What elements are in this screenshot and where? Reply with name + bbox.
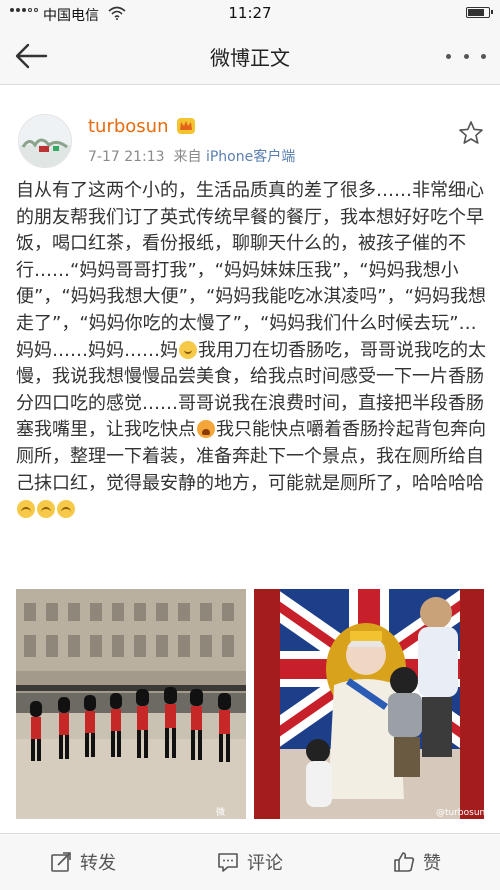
like-button[interactable]: 赞: [334, 834, 500, 890]
page-title: 微博正文: [210, 46, 290, 70]
post-source-prefix: 来自: [173, 149, 202, 165]
comment-button[interactable]: 评论: [167, 834, 333, 890]
repost-button[interactable]: 转发: [0, 834, 166, 890]
post-text: 自从有了这两个小的，生活品质真的差了很多……非常细心的朋友帮我们订了英式传统早餐…: [16, 178, 486, 524]
author-name[interactable]: turbosun: [88, 116, 169, 137]
navigation-bar: 微博正文: [0, 28, 500, 85]
status-bar: 中国电信 11:27: [0, 0, 500, 28]
crying-emoji-icon: [197, 420, 215, 439]
sweat-smile-emoji-icon: [179, 340, 197, 359]
action-bar: 转发 评论 赞: [0, 833, 500, 890]
vip-crown-icon: [177, 118, 195, 134]
thinking-emoji-icon: [37, 500, 55, 519]
svg-text:微: 微: [216, 806, 225, 818]
avatar[interactable]: [18, 114, 72, 168]
post-photo-guards[interactable]: 微: [16, 589, 246, 819]
more-dots-icon[interactable]: [446, 46, 486, 66]
post-photo-queen-display[interactable]: @turbosun: [254, 589, 484, 819]
repost-label: 转发: [80, 853, 116, 874]
photo-watermark: @turbosun: [436, 808, 484, 818]
post-text-part-1: 自从有了这两个小的，生活品质真的差了很多……非常细心的朋友帮我们订了英式传统早餐…: [16, 180, 486, 361]
clock: 11:27: [228, 4, 272, 22]
thinking-emoji-icon: [17, 500, 35, 519]
repost-icon: [51, 852, 71, 872]
thumbs-up-icon: [394, 852, 415, 872]
post-source[interactable]: iPhone客户端: [206, 149, 295, 165]
post-time: 7-17 21:13: [88, 149, 165, 165]
favorite-star-icon[interactable]: [458, 120, 484, 146]
post-meta: 7-17 21:13 来自 iPhone客户端: [88, 146, 295, 166]
battery-icon: [466, 7, 493, 18]
comment-label: 评论: [247, 853, 283, 874]
comment-icon: [218, 853, 238, 872]
thinking-emoji-icon: [57, 500, 75, 519]
like-label: 赞: [423, 853, 441, 874]
battery-level: [468, 9, 484, 16]
